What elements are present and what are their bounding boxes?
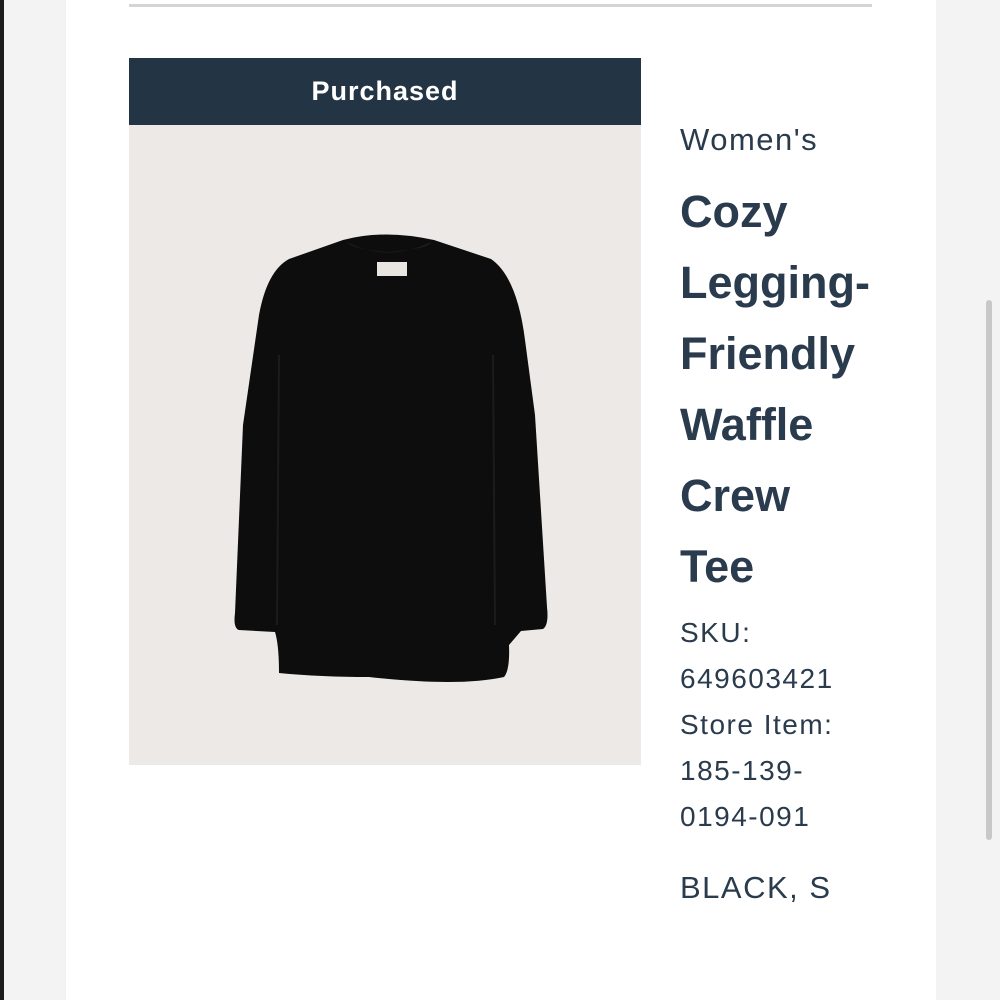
- window-left-edge: [0, 0, 4, 1000]
- product-title-line: Friendly: [680, 328, 856, 379]
- product-meta: SKU: 649603421 Store Item: 185-139- 0194…: [680, 610, 855, 840]
- purchased-badge: Purchased: [129, 58, 641, 125]
- product-title-line: Crew: [680, 470, 791, 521]
- product-title-line: Tee: [680, 541, 755, 592]
- top-divider: [129, 4, 872, 7]
- store-item-value-line: 185-139-: [680, 755, 805, 786]
- product-card[interactable]: Purchased: [129, 58, 641, 765]
- product-gender: Women's: [680, 122, 819, 157]
- store-item-value-line: 0194-091: [680, 801, 811, 832]
- product-title-line: Waffle: [680, 399, 814, 450]
- sku-label: SKU:: [680, 617, 752, 648]
- scrollbar-thumb[interactable]: [986, 300, 992, 840]
- product-variant: BLACK, S: [680, 870, 832, 905]
- black-long-sleeve-tee-icon: [234, 234, 548, 682]
- sku-value: 649603421: [680, 663, 834, 694]
- product-title[interactable]: Cozy Legging- Friendly Waffle Crew Tee: [680, 176, 890, 602]
- product-image[interactable]: [129, 125, 641, 765]
- product-title-line: Cozy: [680, 186, 788, 237]
- store-item-label: Store Item:: [680, 709, 834, 740]
- product-info: Women's Cozy Legging- Friendly Waffle Cr…: [680, 118, 910, 908]
- product-title-line: Legging-: [680, 257, 870, 308]
